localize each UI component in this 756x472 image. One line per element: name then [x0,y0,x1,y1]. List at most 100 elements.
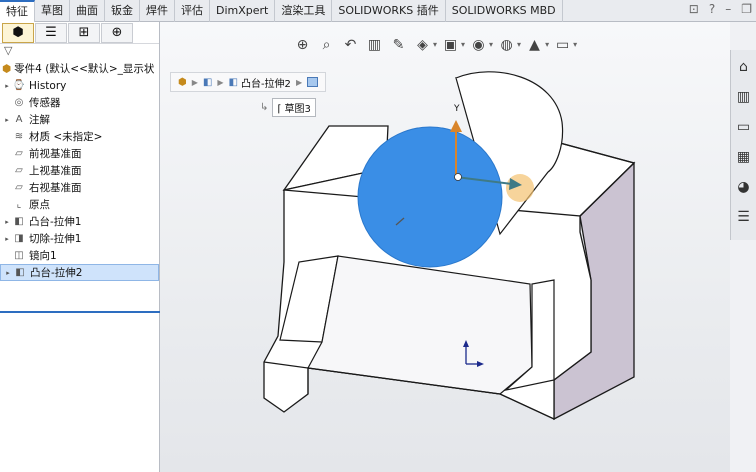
tree-item[interactable]: ▱ 前视基准面 [0,145,159,162]
window-control-1[interactable]: ? [709,2,715,16]
tree-item-label: 原点 [29,199,50,211]
feature-tree: ▸ ⌚ History ◎ 传感器 ▸ A 注解 ≋ 材质 <未指定> ▱ 前视基准面 ▱ 上视基准面 ▱ 右… [0,77,159,281]
previous-view-icon[interactable]: ↶ [340,34,361,55]
display-style-icon[interactable]: ▣ [440,34,461,55]
sketch-arrow-icon: ↳ [260,102,269,113]
feature-manager-icon[interactable]: ⬢ [2,22,34,43]
rollback-bar[interactable] [0,311,160,313]
tab-8[interactable]: SOLIDWORKS 插件 [332,0,446,22]
sketch-icon: ⌈ [277,104,282,115]
tree-item[interactable]: ⌞ 原点 [0,196,159,213]
configuration-manager-icon[interactable]: ⊞ [68,22,100,43]
breadcrumb-part[interactable]: ⬢ [175,77,190,88]
right-plane-icon: ▱ [15,182,23,193]
window-control-0[interactable]: ⊡ [689,2,699,16]
face-icon [307,77,319,87]
tree-item-label: 右视基准面 [29,182,82,194]
tab-2[interactable]: 曲面 [70,0,105,22]
panel-toolbar: ⬢ ☰ ⊞ ⊕ [0,22,159,44]
breadcrumb-separator: ▶ [295,77,303,87]
hide-show-icon[interactable]: ◉ [468,34,489,55]
property-manager-icon[interactable]: ☰ [35,22,67,43]
sketch-chip[interactable]: ⌈ 草图3 [272,98,316,117]
dropdown-caret-icon[interactable]: ▾ [545,40,549,49]
tab-5[interactable]: 评估 [175,0,210,22]
section-view-icon[interactable]: ▥ [364,34,385,55]
feature-manager-panel: ⬢ ☰ ⊞ ⊕ ▽ ⬢ 零件4 (默认<<默认>_显示状 ▸ ⌚ History ◎ 传感器 ▸… [0,22,160,472]
breadcrumb: ⬢ ▶ ◧ ▶ ◧ 凸台-拉伸2 ▶ [170,72,327,92]
tree-item-label: 切除-拉伸1 [29,233,82,245]
filter-icon[interactable]: ▽ [0,44,159,60]
tab-9[interactable]: SOLIDWORKS MBD [446,0,563,22]
appearances-icon[interactable]: ◕ [733,176,755,198]
tree-item[interactable]: ▸ A 注解 [0,111,159,128]
part-root-node[interactable]: ⬢ 零件4 (默认<<默认>_显示状 [0,60,159,77]
tree-item[interactable]: ◎ 传感器 [0,94,159,111]
tab-4[interactable]: 焊件 [140,0,175,22]
apply-scene-icon[interactable]: ▲ [524,34,545,55]
breadcrumb-feature-label: 凸台-拉伸2 [240,78,291,90]
tab-7[interactable]: 渲染工具 [275,0,333,22]
tree-item[interactable]: ◫ 镜向1 [0,247,159,264]
breadcrumb-sketch[interactable]: ↳ ⌈ 草图3 [260,98,316,117]
tree-item-label: 材质 <未指定> [29,131,103,143]
expand-icon[interactable]: ▸ [3,269,13,277]
tree-item[interactable]: ≋ 材质 <未指定> [0,128,159,145]
material-icon: ≋ [14,131,24,142]
tab-0[interactable]: 特征 [0,0,35,22]
task-pane: ⌂ ▥ ▭ ▦ ◕ ☰ [730,50,756,240]
tree-item-label: 注解 [29,114,50,126]
dropdown-caret-icon[interactable]: ▾ [573,40,577,49]
tree-item-label: 上视基准面 [29,165,82,177]
expand-icon[interactable]: ▸ [2,82,12,90]
dropdown-caret-icon[interactable]: ▾ [489,40,493,49]
part-icon: ⬢ [2,62,12,75]
tab-1[interactable]: 草图 [35,0,70,22]
view-settings-icon[interactable]: ▭ [552,34,573,55]
edit-appearance-icon[interactable]: ◍ [496,34,517,55]
breadcrumb-face[interactable] [304,77,321,87]
tab-3[interactable]: 钣金 [105,0,140,22]
expand-icon[interactable]: ▸ [2,235,12,243]
sensor-icon: ◎ [14,97,24,108]
heads-up-view-toolbar: ⊕ ⌕ ↶ ▥ ✎ ◈ ▾ ▣ ▾ ◉ ▾ ◍ ▾ ▲ ▾ ▭ ▾ [292,34,577,55]
tree-item-label: History [29,79,67,92]
breadcrumb-separator: ▶ [217,77,224,87]
boss-extrude-icon: ◧ [14,216,24,227]
window-control-3[interactable]: ❐ [741,2,752,16]
graphics-area[interactable]: Y ⊕ ⌕ ↶ ▥ ✎ ◈ ▾ ▣ ▾ ◉ ▾ ◍ ▾ ▲ ▾ ▭ ▾ ⬢ ▶ ◧ ▶ ◧ 凸台-拉伸2 ▶ ↳… [160,22,730,472]
annotation-icon: A [15,114,23,125]
dynamic-annotation-icon[interactable]: ✎ [388,34,409,55]
tree-item[interactable]: ▸ ◧ 凸台-拉伸1 [0,213,159,230]
tree-item-label: 传感器 [29,97,61,109]
zoom-to-fit-icon[interactable]: ⊕ [292,34,313,55]
view-palette-icon[interactable]: ▦ [733,146,755,168]
expand-icon[interactable]: ▸ [2,218,12,226]
custom-properties-icon[interactable]: ☰ [733,206,755,228]
view-orientation-icon[interactable]: ◈ [412,34,433,55]
tree-item[interactable]: ▸ ◧ 凸台-拉伸2 [0,264,159,281]
home-icon[interactable]: ⌂ [733,56,755,78]
tab-6[interactable]: DimXpert [210,0,276,22]
dropdown-caret-icon[interactable]: ▾ [433,40,437,49]
tree-item-label: 凸台-拉伸2 [30,267,83,279]
breadcrumb-feature[interactable]: ◧ 凸台-拉伸2 [226,75,294,90]
dropdown-caret-icon[interactable]: ▾ [461,40,465,49]
tree-item[interactable]: ▸ ⌚ History [0,77,159,94]
tree-item[interactable]: ▱ 上视基准面 [0,162,159,179]
file-explorer-icon[interactable]: ▭ [733,116,755,138]
zoom-to-area-icon[interactable]: ⌕ [316,34,337,55]
mirror-icon: ◫ [14,250,24,261]
expand-icon[interactable]: ▸ [2,116,12,124]
tree-item[interactable]: ▱ 右视基准面 [0,179,159,196]
window-control-2[interactable]: – [725,2,731,16]
dropdown-caret-icon[interactable]: ▾ [517,40,521,49]
dimxpert-manager-icon[interactable]: ⊕ [101,22,133,43]
tree-item[interactable]: ▸ ◨ 切除-拉伸1 [0,230,159,247]
solid-body-icon: ◧ [202,76,213,88]
breadcrumb-body[interactable]: ◧ [200,77,215,88]
design-library-icon[interactable]: ▥ [733,86,755,108]
tree-item-label: 凸台-拉伸1 [29,216,82,228]
boss-extrude-icon: ◧ [15,267,25,278]
top-plane-icon: ▱ [15,165,23,176]
